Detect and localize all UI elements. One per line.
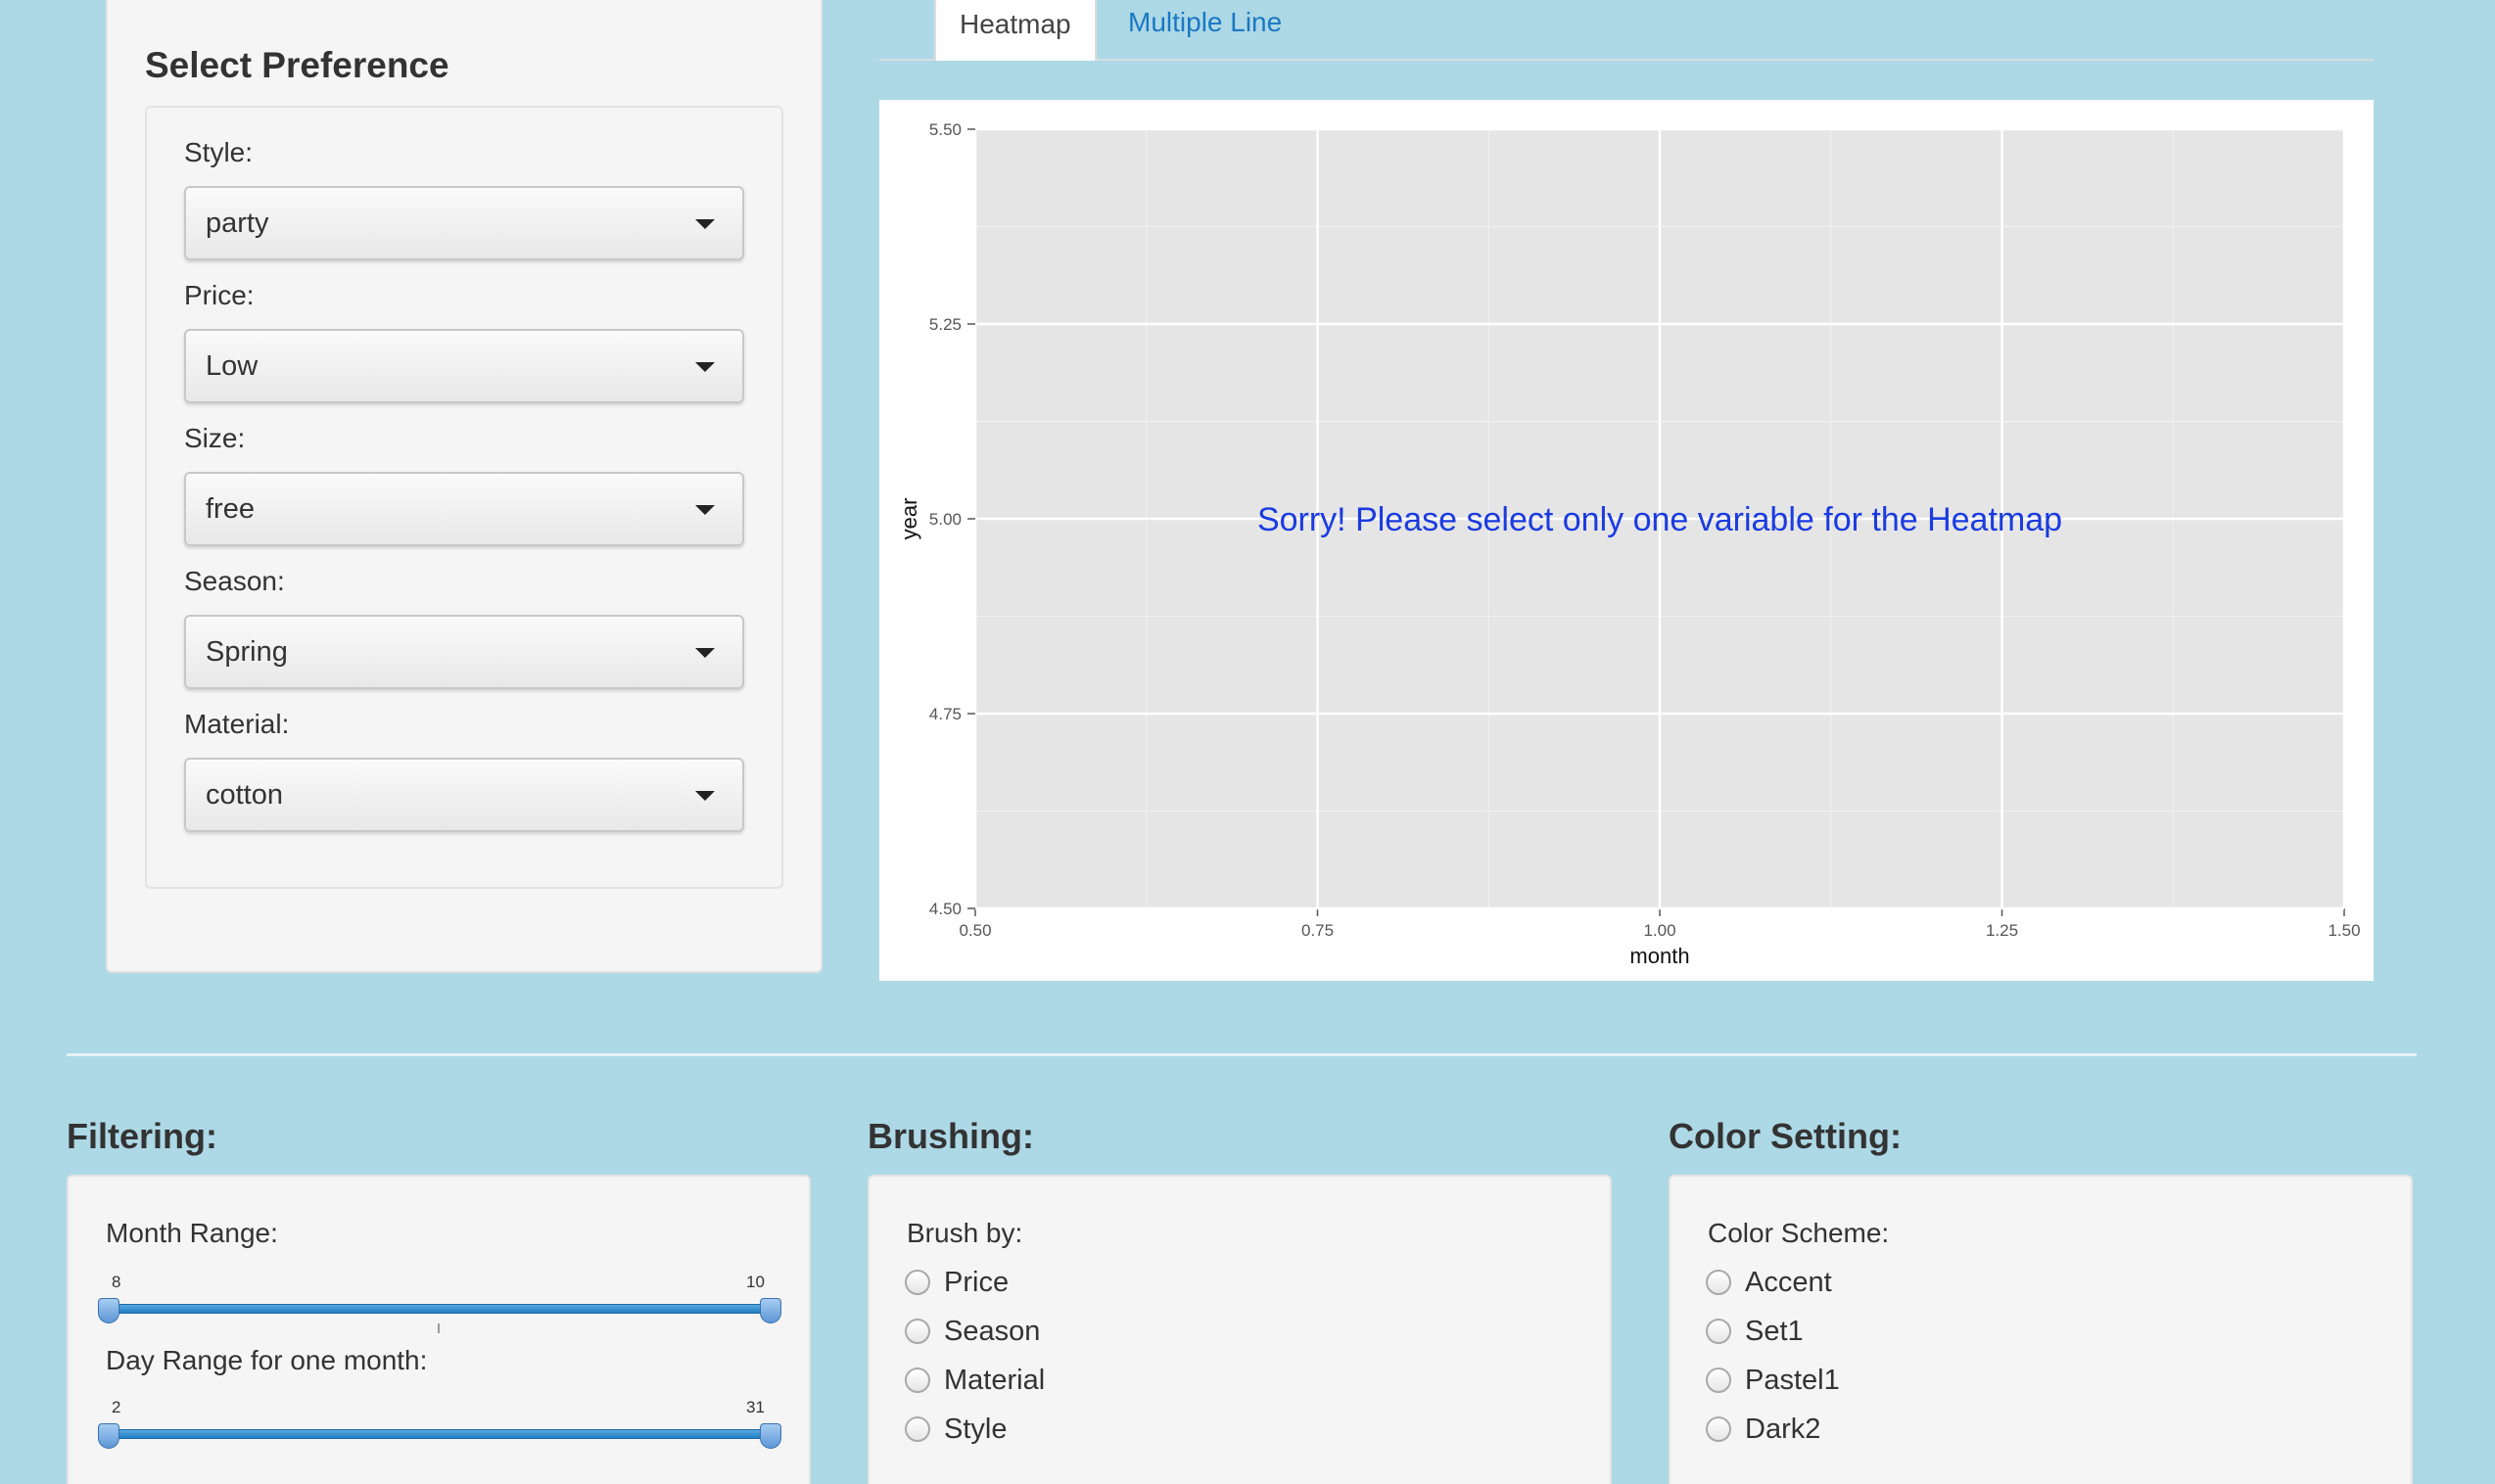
filtering-title: Filtering: xyxy=(67,1116,217,1156)
section-divider xyxy=(67,1053,2417,1056)
radio-label: Set1 xyxy=(1745,1315,1804,1347)
radio-button[interactable] xyxy=(905,1270,930,1295)
season-field: Season: Spring xyxy=(184,566,746,689)
material-value: cotton xyxy=(206,779,283,811)
month-range-min-handle[interactable] xyxy=(98,1298,119,1323)
radio-label: Style xyxy=(944,1413,1008,1445)
size-label: Size: xyxy=(184,423,246,453)
heatmap-plot: 0.50 0.75 1.00 1.25 1.50 4.50 4.75 5.00 5.25 5.50… xyxy=(879,100,2374,981)
radio-label: Material xyxy=(944,1364,1046,1396)
color-scheme-label: Color Scheme: xyxy=(1708,1218,1890,1248)
tab-heatmap[interactable]: Heatmap xyxy=(934,0,1097,61)
month-range-max: 10 xyxy=(746,1273,765,1291)
chevron-down-icon xyxy=(695,505,715,515)
radio-label: Price xyxy=(944,1266,1010,1298)
heatmap-message: Sorry! Please select only one variable f… xyxy=(1257,501,2062,538)
slider-tick xyxy=(438,1323,440,1333)
day-range-min-handle[interactable] xyxy=(98,1423,119,1449)
color-setting-panel: Color Scheme: Accent Set1 Pastel1 Dark2 xyxy=(1669,1175,2413,1484)
x-axis-label: month xyxy=(1629,944,1689,968)
price-field: Price: Low xyxy=(184,280,746,403)
day-range-min: 2 xyxy=(112,1398,121,1416)
tab-bar: Heatmap Multiple Line xyxy=(879,0,2374,61)
x-tick-label: 1.50 xyxy=(2328,921,2360,940)
x-tick-label: 1.25 xyxy=(1986,921,2018,940)
x-tick-label: 1.00 xyxy=(1643,921,1675,940)
color-option-set1[interactable]: Set1 xyxy=(1706,1312,1804,1351)
tab-multiple-line[interactable]: Multiple Line xyxy=(1105,0,1305,61)
color-option-accent[interactable]: Accent xyxy=(1706,1263,1832,1302)
month-range-slider[interactable] xyxy=(108,1304,774,1314)
radio-button[interactable] xyxy=(905,1416,930,1442)
color-option-dark2[interactable]: Dark2 xyxy=(1706,1410,1820,1449)
preference-panel: Select Preference Style: party Price: Lo… xyxy=(106,0,823,973)
season-select[interactable]: Spring xyxy=(184,615,744,689)
heatmap-chart: 0.50 0.75 1.00 1.25 1.50 4.50 4.75 5.00 5.25 5.50… xyxy=(897,120,2361,968)
day-range-max-handle[interactable] xyxy=(760,1423,781,1449)
style-field: Style: party xyxy=(184,137,746,260)
brush-option-season[interactable]: Season xyxy=(905,1312,1040,1351)
material-label: Material: xyxy=(184,709,290,739)
season-value: Spring xyxy=(206,636,288,668)
radio-button[interactable] xyxy=(1706,1270,1731,1295)
chevron-down-icon xyxy=(695,362,715,372)
season-label: Season: xyxy=(184,566,285,596)
radio-button[interactable] xyxy=(1706,1416,1731,1442)
x-tick-label: 0.75 xyxy=(1301,921,1334,940)
y-axis-label: year xyxy=(897,498,921,540)
chevron-down-icon xyxy=(695,648,715,658)
y-tick-label: 5.00 xyxy=(929,510,962,529)
brush-option-price[interactable]: Price xyxy=(905,1263,1009,1302)
color-option-pastel1[interactable]: Pastel1 xyxy=(1706,1361,1840,1400)
day-range-max: 31 xyxy=(746,1398,765,1416)
radio-button[interactable] xyxy=(905,1319,930,1344)
radio-label: Season xyxy=(944,1315,1041,1347)
preference-title: Select Preference xyxy=(145,45,449,85)
radio-label: Pastel1 xyxy=(1745,1364,1840,1396)
size-value: free xyxy=(206,493,255,525)
month-range-max-handle[interactable] xyxy=(760,1298,781,1323)
price-label: Price: xyxy=(184,280,255,310)
day-range-slider[interactable] xyxy=(108,1429,774,1439)
size-field: Size: free xyxy=(184,423,746,546)
x-tick-label: 0.50 xyxy=(959,921,991,940)
radio-button[interactable] xyxy=(905,1368,930,1393)
style-select[interactable]: party xyxy=(184,186,744,260)
color-setting-title: Color Setting: xyxy=(1669,1116,1902,1156)
brushing-panel: Brush by: Price Season Material Style xyxy=(868,1175,1612,1484)
y-tick-label: 4.50 xyxy=(929,900,962,918)
style-value: party xyxy=(206,208,269,239)
price-value: Low xyxy=(206,350,259,382)
chevron-down-icon xyxy=(695,219,715,229)
radio-label: Accent xyxy=(1745,1266,1832,1298)
size-select[interactable]: free xyxy=(184,472,744,546)
radio-button[interactable] xyxy=(1706,1368,1731,1393)
filtering-panel: Month Range: 8 10 Day Range for one mont… xyxy=(67,1175,811,1484)
y-tick-label: 4.75 xyxy=(929,705,962,723)
day-range-label: Day Range for one month: xyxy=(106,1345,428,1375)
price-select[interactable]: Low xyxy=(184,329,744,403)
month-range-label: Month Range: xyxy=(106,1218,278,1248)
brush-option-style[interactable]: Style xyxy=(905,1410,1007,1449)
preference-fields: Style: party Price: Low Size: free Seaso… xyxy=(145,106,783,889)
month-range-min: 8 xyxy=(112,1273,121,1291)
y-tick-label: 5.25 xyxy=(929,315,962,334)
y-tick-label: 5.50 xyxy=(929,120,962,139)
chevron-down-icon xyxy=(695,791,715,801)
material-select[interactable]: cotton xyxy=(184,758,744,832)
material-field: Material: cotton xyxy=(184,709,746,832)
brush-by-label: Brush by: xyxy=(907,1218,1023,1248)
brushing-title: Brushing: xyxy=(868,1116,1034,1156)
style-label: Style: xyxy=(184,137,254,167)
brush-option-material[interactable]: Material xyxy=(905,1361,1045,1400)
radio-label: Dark2 xyxy=(1745,1413,1821,1445)
radio-button[interactable] xyxy=(1706,1319,1731,1344)
